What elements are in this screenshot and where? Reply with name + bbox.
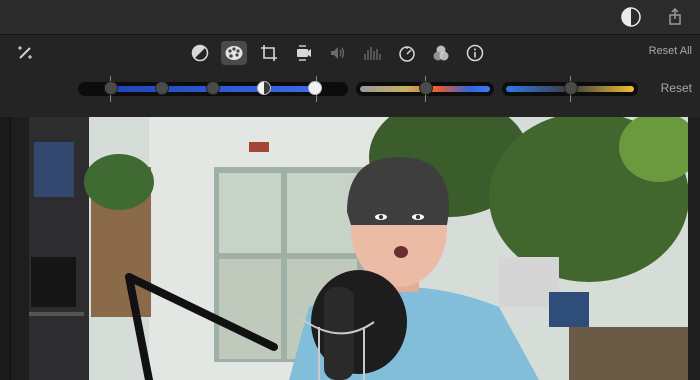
- video-frame-image: [29, 117, 688, 380]
- crop-icon[interactable]: [256, 41, 282, 65]
- magic-wand-icon[interactable]: [12, 41, 38, 65]
- color-correction-icon[interactable]: [221, 41, 247, 65]
- video-preview[interactable]: [29, 117, 688, 380]
- levels-knob-midtones[interactable]: [206, 81, 220, 95]
- saturation-slider[interactable]: [356, 76, 494, 102]
- speed-icon[interactable]: [394, 41, 420, 65]
- color-balance-icon[interactable]: [187, 41, 213, 65]
- adjustment-toolbar: Reset All Reset: [0, 35, 700, 117]
- levels-slider[interactable]: [78, 76, 348, 102]
- levels-knob-shadows[interactable]: [155, 81, 169, 95]
- clip-filter-icon[interactable]: [428, 41, 454, 65]
- temperature-slider[interactable]: [502, 76, 638, 102]
- levels-knob-highlights[interactable]: [257, 81, 271, 95]
- reset-all-button[interactable]: Reset All: [649, 45, 692, 57]
- stabilization-icon[interactable]: [290, 41, 316, 65]
- saturation-knob[interactable]: [419, 81, 433, 95]
- share-icon[interactable]: [664, 6, 686, 28]
- reset-button[interactable]: Reset: [661, 81, 692, 95]
- enhance-toggle-icon[interactable]: [620, 6, 642, 28]
- info-icon[interactable]: [462, 41, 488, 65]
- top-bar: [0, 0, 700, 35]
- temperature-knob[interactable]: [564, 81, 578, 95]
- noise-reduction-icon[interactable]: [359, 41, 385, 65]
- levels-knob-black[interactable]: [104, 81, 118, 95]
- levels-knob-white[interactable]: [308, 81, 322, 95]
- volume-icon[interactable]: [325, 41, 351, 65]
